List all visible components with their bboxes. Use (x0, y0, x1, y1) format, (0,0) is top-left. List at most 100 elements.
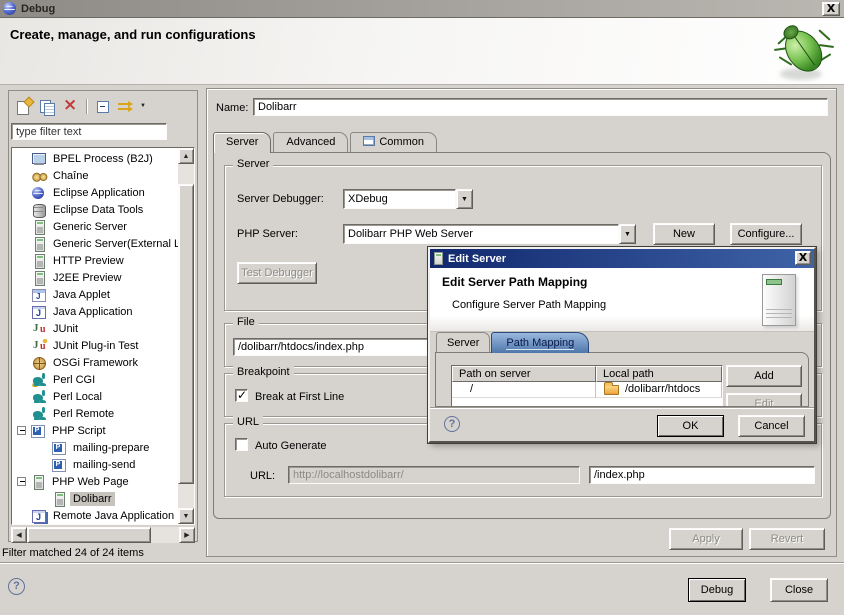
tree-item-label: OSGi Framework (50, 356, 141, 370)
apply-button: Apply (669, 528, 743, 550)
php-server-combo[interactable]: Dolibarr PHP Web Server ▼ (343, 224, 636, 244)
php-script-icon (30, 424, 47, 438)
scroll-down-icon[interactable]: ▼ (178, 508, 194, 524)
remote-java-icon (31, 509, 48, 523)
server-debugger-combo[interactable]: XDebug ▼ (343, 189, 473, 209)
scrollbar-thumb[interactable] (27, 527, 151, 543)
server-icon (434, 252, 443, 265)
chevron-down-icon[interactable]: ▼ (619, 224, 636, 244)
tree-item-junit-plug-in-test[interactable]: JUnit Plug-in Test (12, 337, 178, 354)
debug-button[interactable]: Debug (688, 578, 746, 602)
collapse-all-icon[interactable] (94, 98, 112, 115)
name-input[interactable] (253, 98, 828, 116)
perl-icon (31, 390, 48, 404)
configure-server-button[interactable]: Configure... (730, 223, 802, 245)
dialog-close-icon[interactable]: X (795, 251, 811, 265)
new-server-button[interactable]: New (653, 223, 715, 245)
expander-minus-icon[interactable] (17, 426, 26, 435)
tree-item-osgi-framework[interactable]: OSGi Framework (12, 354, 178, 371)
tree-item-php-script[interactable]: PHP Script (12, 422, 178, 439)
cancel-button[interactable]: Cancel (738, 415, 805, 437)
tree-item-bpel-process-b2j[interactable]: BPEL Process (B2J) (12, 150, 178, 167)
delete-icon[interactable] (61, 98, 79, 115)
tree-item-perl-cgi[interactable]: Perl CGI (12, 371, 178, 388)
help-icon[interactable]: ? (444, 416, 460, 432)
php-file-icon (51, 458, 68, 472)
config-tabs: ServerAdvancedCommon (213, 132, 439, 153)
filter-status-text: Filter matched 24 of 24 items (2, 547, 144, 559)
tree-horizontal-scrollbar[interactable]: ◀ ▶ (11, 527, 195, 543)
tab-server[interactable]: Server (436, 332, 490, 352)
tree-item-eclipse-data-tools[interactable]: Eclipse Data Tools (12, 201, 178, 218)
ok-button[interactable]: OK (657, 415, 724, 437)
tree-item-perl-local[interactable]: Perl Local (12, 388, 178, 405)
server-tower-image (762, 274, 796, 326)
tree-item-dolibarr[interactable]: Dolibarr (12, 490, 178, 507)
tree-item-junit[interactable]: JUnit (12, 320, 178, 337)
tab-label: Path Mapping (506, 337, 574, 350)
server-icon (31, 237, 48, 251)
server-group-label: Server (233, 158, 273, 170)
expander-minus-icon[interactable] (17, 477, 26, 486)
tab-advanced[interactable]: Advanced (273, 132, 348, 152)
perl-cgi-icon (31, 373, 48, 387)
tree-item-remote-java-application[interactable]: Remote Java Application (12, 507, 178, 524)
tree-item-cha-ne[interactable]: Chaîne (12, 167, 178, 184)
php-server-label: PHP Server: (237, 228, 298, 240)
tree-item-label: Generic Server (50, 220, 130, 234)
tab-server[interactable]: Server (213, 132, 271, 153)
tab-common[interactable]: Common (350, 132, 437, 152)
local-path-cell: /dolibarr/htdocs (596, 382, 722, 398)
add-mapping-button[interactable]: Add (726, 365, 802, 387)
filter-input[interactable] (11, 123, 167, 140)
url-base-input (288, 466, 580, 484)
new-config-icon[interactable] (15, 98, 33, 115)
footer-separator (0, 562, 844, 564)
break-first-line-checkbox[interactable] (235, 389, 248, 402)
dialog-subheading: Configure Server Path Mapping (452, 299, 606, 311)
window-close-icon[interactable]: X (822, 2, 840, 16)
tree-item-label: Java Application (50, 305, 136, 319)
tree-item-generic-server-external-la[interactable]: Generic Server(External La (12, 235, 178, 252)
window-titlebar: Debug X (0, 0, 844, 18)
help-icon[interactable]: ? (8, 578, 25, 595)
scroll-up-icon[interactable]: ▲ (178, 148, 194, 164)
tree-item-label: Generic Server(External La (50, 237, 178, 251)
tree-item-http-preview[interactable]: HTTP Preview (12, 252, 178, 269)
scrollbar-thumb[interactable] (178, 184, 194, 484)
tree-item-generic-server[interactable]: Generic Server (12, 218, 178, 235)
tree-item-java-application[interactable]: Java Application (12, 303, 178, 320)
tree-item-j2ee-preview[interactable]: J2EE Preview (12, 269, 178, 286)
tab-path-mapping[interactable]: Path Mapping (491, 332, 589, 353)
column-header[interactable]: Local path (596, 366, 722, 382)
server-icon (31, 220, 48, 234)
scroll-left-icon[interactable]: ◀ (11, 527, 27, 543)
filter-icon[interactable] (117, 98, 135, 115)
chevron-down-icon[interactable]: ▼ (456, 189, 473, 209)
tree-item-mailing-prepare[interactable]: mailing-prepare (12, 439, 178, 456)
close-button[interactable]: Close (770, 578, 828, 602)
duplicate-icon[interactable] (38, 98, 56, 115)
url-path-input[interactable] (589, 466, 815, 484)
tree-vertical-scrollbar[interactable]: ▲ ▼ (178, 148, 194, 524)
tree-item-java-applet[interactable]: Java Applet (12, 286, 178, 303)
tree-item-perl-remote[interactable]: Perl Remote (12, 405, 178, 422)
file-group-label: File (233, 316, 259, 328)
database-icon (31, 203, 48, 217)
tree-item-label: Perl Remote (50, 407, 117, 421)
tree-item-php-web-page[interactable]: PHP Web Page (12, 473, 178, 490)
column-header[interactable]: Path on server (452, 366, 596, 382)
dropdown-arrow-icon[interactable] (140, 98, 150, 115)
php-server-value: Dolibarr PHP Web Server (343, 224, 619, 244)
path-mapping-table[interactable]: Path on serverLocal path//dolibarr/htdoc… (451, 365, 723, 407)
table-row[interactable]: //dolibarr/htdocs (452, 382, 722, 398)
tree-item-label: mailing-send (70, 458, 138, 472)
folder-icon (604, 385, 619, 395)
scroll-right-icon[interactable]: ▶ (179, 527, 195, 543)
tree-item-label: Perl Local (50, 390, 105, 404)
auto-generate-checkbox[interactable] (235, 438, 248, 451)
tab-label: Server (447, 337, 479, 349)
tree-item-label: JUnit Plug-in Test (50, 339, 141, 353)
tree-item-eclipse-application[interactable]: Eclipse Application (12, 184, 178, 201)
tree-item-mailing-send[interactable]: mailing-send (12, 456, 178, 473)
